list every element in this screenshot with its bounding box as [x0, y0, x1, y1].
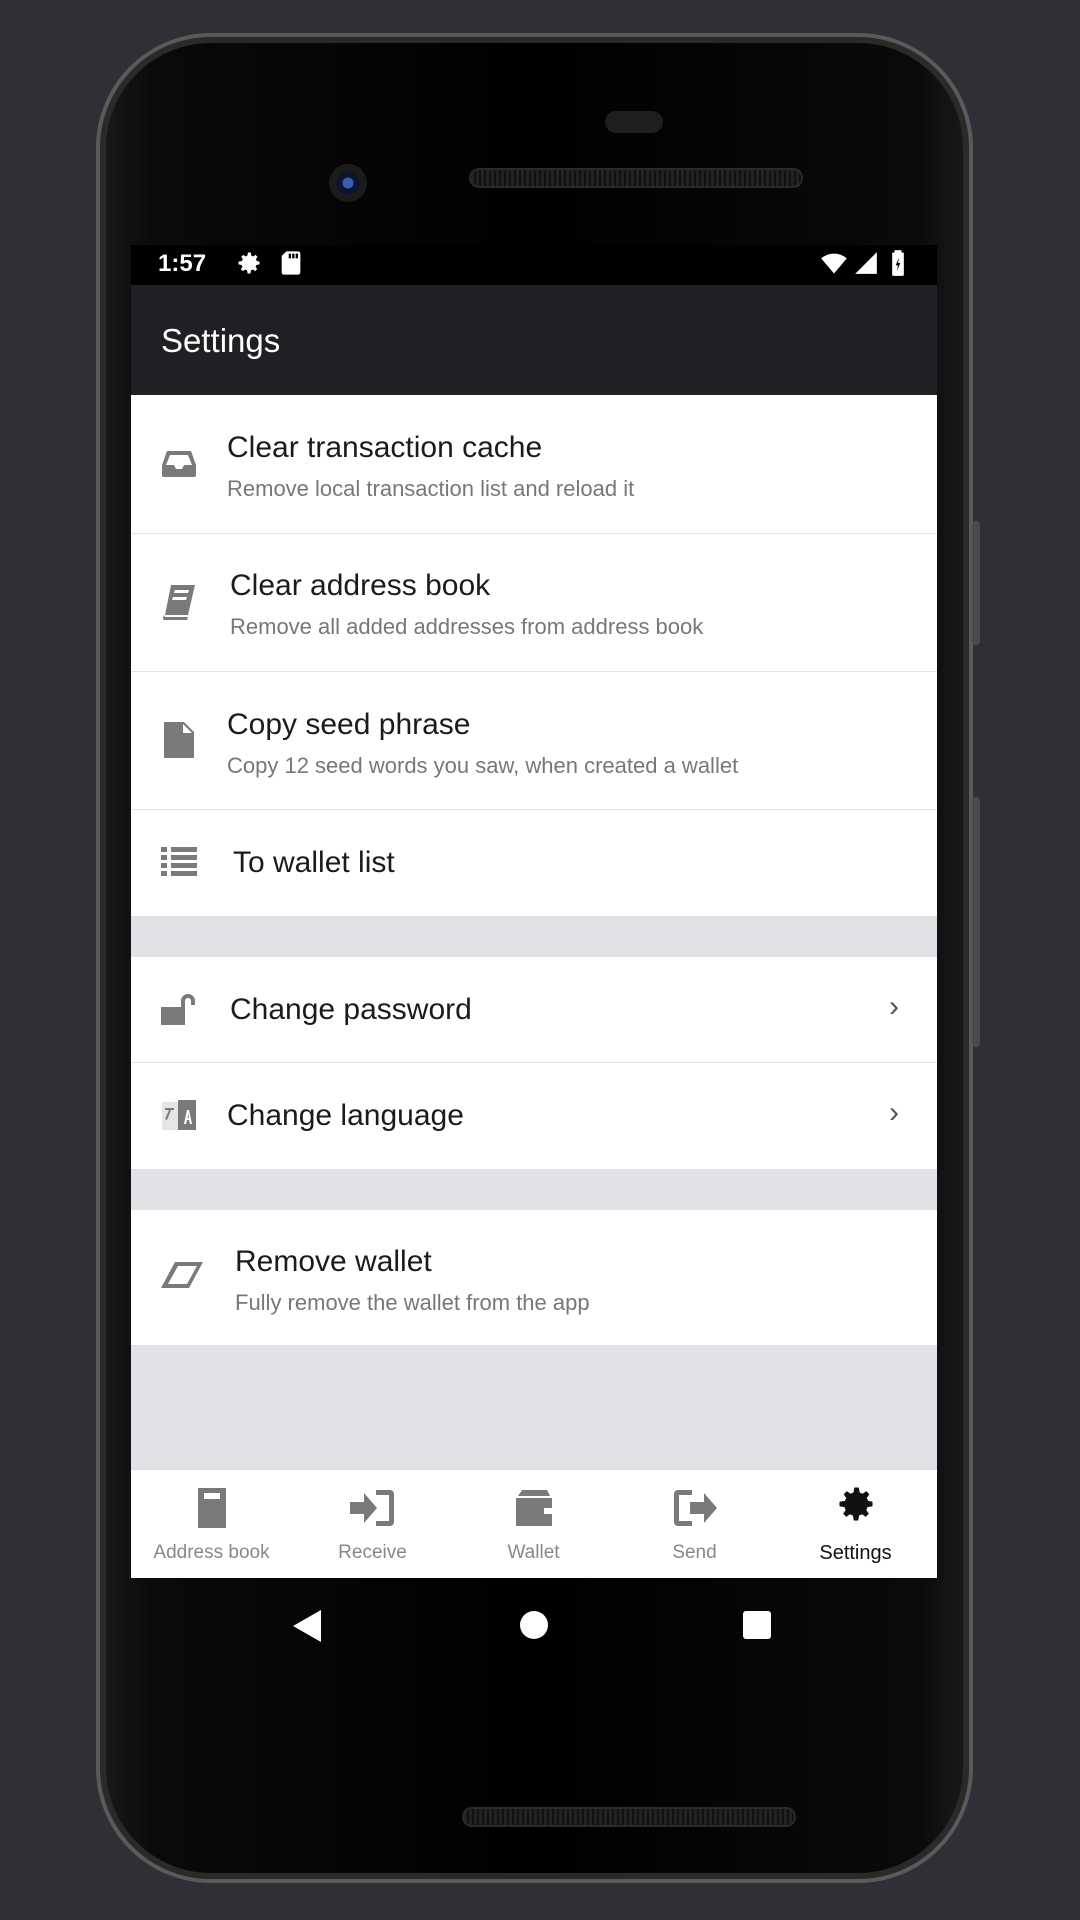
recents-icon[interactable]	[741, 1609, 773, 1641]
inbox-icon	[162, 451, 196, 477]
bottom-speaker	[462, 1807, 796, 1827]
tab-label: Address book	[153, 1542, 270, 1563]
tab-send[interactable]: Send	[614, 1470, 775, 1578]
clear-transaction-cache-item[interactable]: Clear transaction cache Remove local tra…	[131, 395, 937, 534]
volume-button	[972, 797, 980, 1047]
item-label: Change password	[230, 993, 472, 1026]
app-bar: Settings	[131, 285, 937, 395]
home-icon[interactable]	[518, 1609, 550, 1641]
battery-icon	[892, 250, 904, 276]
tab-label: Send	[672, 1542, 717, 1563]
chevron-right-icon: ›	[889, 990, 899, 1023]
chevron-right-icon: ›	[889, 1096, 899, 1129]
item-label: To wallet list	[233, 846, 395, 879]
item-description: Remove all added addresses from address …	[230, 614, 704, 639]
power-button	[972, 521, 980, 645]
tab-label: Wallet	[507, 1542, 560, 1563]
sd-card-icon	[281, 251, 301, 275]
page-title: Settings	[161, 322, 281, 359]
settings-notification-icon	[238, 252, 260, 274]
book-icon	[162, 585, 195, 620]
item-label: Change language	[227, 1099, 464, 1132]
copy-seed-phrase-item[interactable]: Copy seed phrase Copy 12 seed words you …	[131, 672, 937, 810]
item-description: Remove local transaction list and reload…	[227, 476, 635, 501]
tab-settings[interactable]: Settings	[775, 1470, 936, 1578]
front-camera	[329, 164, 367, 202]
gear-icon	[839, 1487, 872, 1521]
tab-label: Receive	[338, 1542, 407, 1563]
back-icon[interactable]	[291, 1608, 323, 1644]
eraser-icon	[161, 1262, 203, 1288]
item-label: Copy seed phrase	[227, 708, 471, 741]
item-label: Remove wallet	[235, 1245, 432, 1278]
document-icon	[164, 722, 194, 758]
clear-address-book-item[interactable]: Clear address book Remove all added addr…	[131, 534, 937, 672]
wallet-icon	[515, 1490, 552, 1526]
cell-signal-icon	[855, 252, 877, 274]
receive-icon	[349, 1490, 394, 1526]
change-language-item[interactable]: Change language ›	[131, 1063, 937, 1169]
app-screen: 1:57 Settings Clear transaction cache Re…	[131, 245, 937, 1578]
item-description: Copy 12 seed words you saw, when created…	[227, 753, 739, 778]
wifi-icon	[821, 253, 847, 274]
list-icon	[161, 847, 197, 876]
tab-address-book[interactable]: Address book	[131, 1470, 292, 1578]
status-time: 1:57	[158, 250, 207, 277]
address-book-icon	[197, 1488, 226, 1528]
status-bar: 1:57	[131, 245, 937, 285]
tab-label: Settings	[819, 1542, 892, 1564]
top-sensor	[605, 111, 663, 133]
item-label: Clear transaction cache	[227, 431, 543, 464]
unlock-icon	[161, 994, 195, 1025]
item-label: Clear address book	[230, 569, 491, 602]
remove-wallet-item[interactable]: Remove wallet Fully remove the wallet fr…	[131, 1210, 937, 1345]
system-nav-bar	[131, 1578, 937, 1674]
translate-icon	[162, 1100, 196, 1130]
bottom-tab-bar: Address book Receive Wallet Send Setting…	[131, 1469, 937, 1578]
change-password-item[interactable]: Change password ›	[131, 957, 937, 1063]
earpiece-speaker	[469, 168, 803, 188]
tab-receive[interactable]: Receive	[292, 1470, 453, 1578]
tab-wallet[interactable]: Wallet	[453, 1470, 614, 1578]
to-wallet-list-item[interactable]: To wallet list	[131, 810, 937, 916]
item-description: Fully remove the wallet from the app	[235, 1290, 590, 1315]
send-icon	[673, 1490, 717, 1526]
